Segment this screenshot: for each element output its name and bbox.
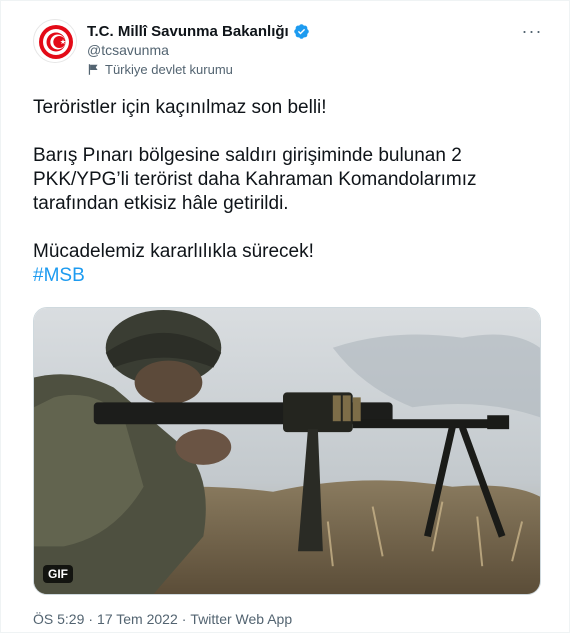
flag-icon — [88, 64, 98, 75]
tweet-time[interactable]: ÖS 5:29 — [33, 611, 84, 627]
author-name[interactable]: T.C. Millî Savunma Bakanlığı — [87, 23, 289, 40]
tweet-card: T.C. Millî Savunma Bakanlığı @tcsavunma … — [0, 0, 570, 633]
tweet-meta: ÖS 5:29 · 17 Tem 2022 · Twitter Web App — [33, 611, 292, 627]
tweet-date[interactable]: 17 Tem 2022 — [97, 611, 178, 627]
gif-badge: GIF — [43, 565, 73, 583]
tweet-line-3: Mücadelemiz kararlılıkla sürecek! — [33, 241, 314, 262]
tweet-text: Teröristler için kaçınılmaz son belli! B… — [33, 96, 538, 288]
media-gif[interactable] — [33, 307, 541, 595]
more-options-button[interactable]: ··· — [517, 19, 547, 43]
msb-logo-icon — [35, 21, 76, 62]
author-handle[interactable]: @tcsavunma — [87, 42, 169, 58]
meta-separator: · — [181, 611, 187, 627]
hashtag-link[interactable]: #MSB — [33, 265, 85, 286]
author-row: T.C. Millî Savunma Bakanlığı — [87, 21, 310, 41]
tweet-line-1: Teröristler için kaçınılmaz son belli! — [33, 97, 327, 118]
avatar[interactable] — [33, 19, 77, 63]
government-label-text: Türkiye devlet kurumu — [105, 62, 233, 77]
verified-badge-icon — [293, 23, 309, 39]
soldier-image — [34, 308, 540, 594]
tweet-line-2: Barış Pınarı bölgesine saldırı girişimin… — [33, 145, 477, 214]
meta-separator: · — [88, 611, 94, 627]
tweet-source[interactable]: Twitter Web App — [190, 611, 292, 627]
government-label: Türkiye devlet kurumu — [87, 62, 233, 77]
